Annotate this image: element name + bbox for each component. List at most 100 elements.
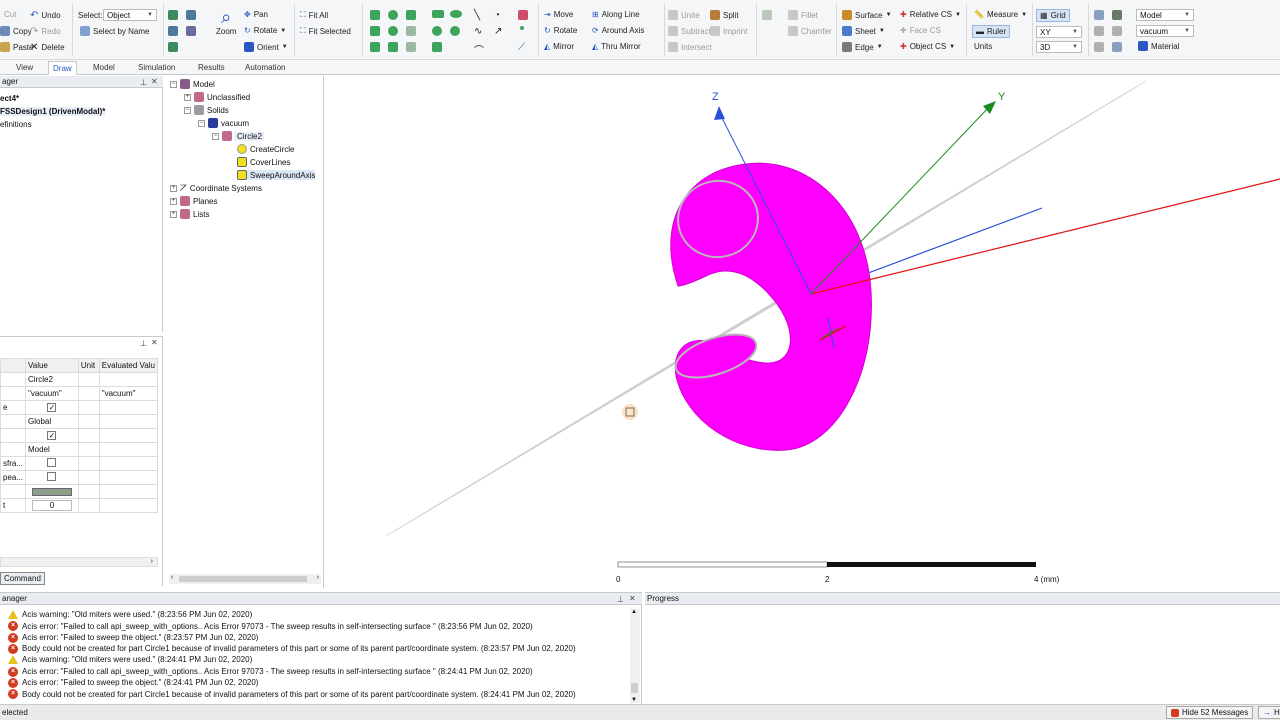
table-row[interactable]: sfra...: [0, 456, 159, 471]
snap-tool-6[interactable]: [1112, 42, 1122, 52]
collapse-icon[interactable]: −: [184, 106, 191, 114]
tab-draw[interactable]: Draw: [48, 61, 77, 75]
tree-node-sweeparoundaxis[interactable]: SweepAroundAxis: [237, 170, 316, 180]
spiral-tool[interactable]: [388, 42, 398, 52]
table-row[interactable]: pea...: [0, 470, 159, 485]
redo-button[interactable]: ↷ Redo: [30, 26, 61, 37]
snap-tool-3[interactable]: [1094, 26, 1104, 36]
table-row[interactable]: Model: [0, 442, 159, 457]
display-wireframe-checkbox[interactable]: [47, 458, 57, 467]
color-swatch[interactable]: [31, 487, 72, 496]
grid-mode-dropdown[interactable]: 3D ▼: [1036, 41, 1082, 53]
cone-tool[interactable]: [406, 10, 416, 20]
units-button[interactable]: Units: [974, 42, 992, 51]
view-tool-4[interactable]: [186, 10, 196, 20]
tab-results[interactable]: Results: [194, 61, 229, 75]
around-axis-button[interactable]: ⟳ Around Axis: [592, 26, 644, 35]
chevron-down-icon[interactable]: ▼: [631, 697, 637, 703]
chevron-up-icon[interactable]: ▲: [631, 609, 637, 615]
rotate-view-button[interactable]: ↻ Rotate ▼: [244, 26, 286, 35]
tree-node-planes[interactable]: + Planes: [170, 196, 217, 206]
along-line-button[interactable]: ⊞ Along Line: [592, 10, 640, 19]
tab-model[interactable]: Model: [89, 61, 119, 75]
object-cs-button[interactable]: ✚ Object CS ▼: [900, 42, 955, 51]
fit-all-button[interactable]: ⛶ Fit All: [300, 10, 328, 20]
tree-node-coverlines[interactable]: CoverLines: [237, 157, 290, 167]
bondwire-tool[interactable]: [406, 42, 416, 52]
table-row[interactable]: e ✓: [0, 400, 159, 415]
scrollbar-thumb[interactable]: [631, 683, 638, 693]
snap-tool-4[interactable]: [1112, 26, 1122, 36]
spline-tool[interactable]: ∿: [474, 26, 482, 37]
sphere-tool[interactable]: [370, 26, 380, 36]
arc-tool[interactable]: ⌒: [474, 42, 484, 57]
sheet-button[interactable]: Sheet ▼: [842, 26, 885, 36]
edge-button[interactable]: Edge ▼: [842, 42, 883, 52]
center-arc-tool[interactable]: ◔: [494, 10, 500, 21]
close-icon[interactable]: ✕: [151, 338, 158, 347]
grid-toggle[interactable]: ▦ Grid: [1036, 9, 1070, 22]
polyhedron-tool[interactable]: [370, 42, 380, 52]
properties-scrollbar[interactable]: ›: [0, 557, 158, 567]
tree-node-createcircle[interactable]: CreateCircle: [237, 144, 294, 154]
hide-messages-button[interactable]: Hide 52 Messages: [1166, 706, 1254, 719]
hide-progress-button[interactable]: → H: [1258, 706, 1280, 719]
helix-tool[interactable]: [406, 26, 416, 36]
table-row[interactable]: ✓: [0, 428, 159, 443]
chevron-right-icon[interactable]: ›: [317, 574, 319, 581]
modify-tool-1[interactable]: [762, 10, 772, 20]
mirror-button[interactable]: ◭ Mirror: [544, 42, 574, 51]
paste-button[interactable]: Paste: [0, 42, 33, 52]
copy-button[interactable]: Copy: [0, 26, 32, 36]
cylinder-tool[interactable]: [388, 10, 398, 20]
face-cs-button[interactable]: ✚ Face CS: [900, 26, 941, 35]
orient-button[interactable]: Orient ▼: [244, 42, 288, 52]
material-button[interactable]: Material: [1138, 41, 1179, 51]
relative-cs-button[interactable]: ✚ Relative CS ▼: [900, 10, 961, 19]
material-value[interactable]: "vacuum": [25, 386, 79, 401]
close-icon[interactable]: ✕: [629, 594, 636, 603]
message-item[interactable]: Acis warning: "Old miters were used." (8…: [8, 610, 252, 619]
torus-tool[interactable]: [388, 26, 398, 36]
tree-node-circle2[interactable]: − Circle2: [212, 131, 264, 141]
zoom-button[interactable]: ⌕ Zoom: [216, 8, 236, 36]
tree-node-vacuum[interactable]: − vacuum: [198, 118, 249, 128]
collapse-icon[interactable]: −: [170, 80, 177, 88]
rectangle-tool[interactable]: [432, 10, 444, 18]
expand-icon[interactable]: +: [170, 210, 177, 218]
fillet-button[interactable]: Fillet: [788, 10, 818, 20]
table-row[interactable]: [0, 484, 159, 499]
rotate-button[interactable]: ↻ Rotate: [544, 26, 577, 35]
subtract-button[interactable]: Subtract: [668, 26, 711, 36]
table-row[interactable]: Global: [0, 414, 159, 429]
table-row[interactable]: "vacuum" "vacuum": [0, 386, 159, 401]
model-checkbox[interactable]: ✓: [47, 431, 57, 440]
tree-node-solids[interactable]: − Solids: [184, 105, 229, 115]
collapse-icon[interactable]: −: [198, 119, 205, 127]
close-icon[interactable]: ✕: [151, 77, 158, 86]
plane-tool[interactable]: ⟋: [518, 42, 525, 53]
message-item[interactable]: × Body could not be created for part Circ…: [8, 689, 576, 700]
tab-automation[interactable]: Automation: [241, 61, 289, 75]
view-tool-5[interactable]: [186, 26, 196, 36]
message-item[interactable]: × Acis error: "Failed to call api_sweep_w…: [8, 666, 533, 677]
collapse-icon[interactable]: −: [212, 132, 219, 140]
equation-curve-tool[interactable]: ↗: [494, 26, 502, 37]
view-tool-2[interactable]: [168, 26, 178, 36]
group-value[interactable]: Model: [25, 442, 79, 457]
surface-button[interactable]: Surface ▼: [842, 10, 892, 20]
delete-button[interactable]: ✕ Delete: [30, 42, 65, 53]
undo-button[interactable]: ↶ Undo: [30, 10, 61, 21]
message-scrollbar[interactable]: ▲ ▼: [630, 609, 640, 703]
pin-icon[interactable]: ⊥: [140, 78, 147, 87]
chevron-left-icon[interactable]: ‹: [171, 574, 173, 581]
message-item[interactable]: × Body could not be created for part Circ…: [8, 643, 576, 654]
expand-icon[interactable]: +: [170, 197, 177, 205]
design-node[interactable]: FSSDesign1 (DrivenModal)*: [0, 107, 106, 116]
box-tool[interactable]: [370, 10, 380, 20]
cut-button[interactable]: Cut: [4, 10, 16, 19]
move-button[interactable]: ⇥ Move: [544, 10, 573, 19]
chamfer-button[interactable]: Chamfer: [788, 26, 832, 36]
thru-mirror-button[interactable]: ◭ Thru Mirror: [592, 42, 641, 51]
hexagon-tool[interactable]: [432, 42, 442, 52]
